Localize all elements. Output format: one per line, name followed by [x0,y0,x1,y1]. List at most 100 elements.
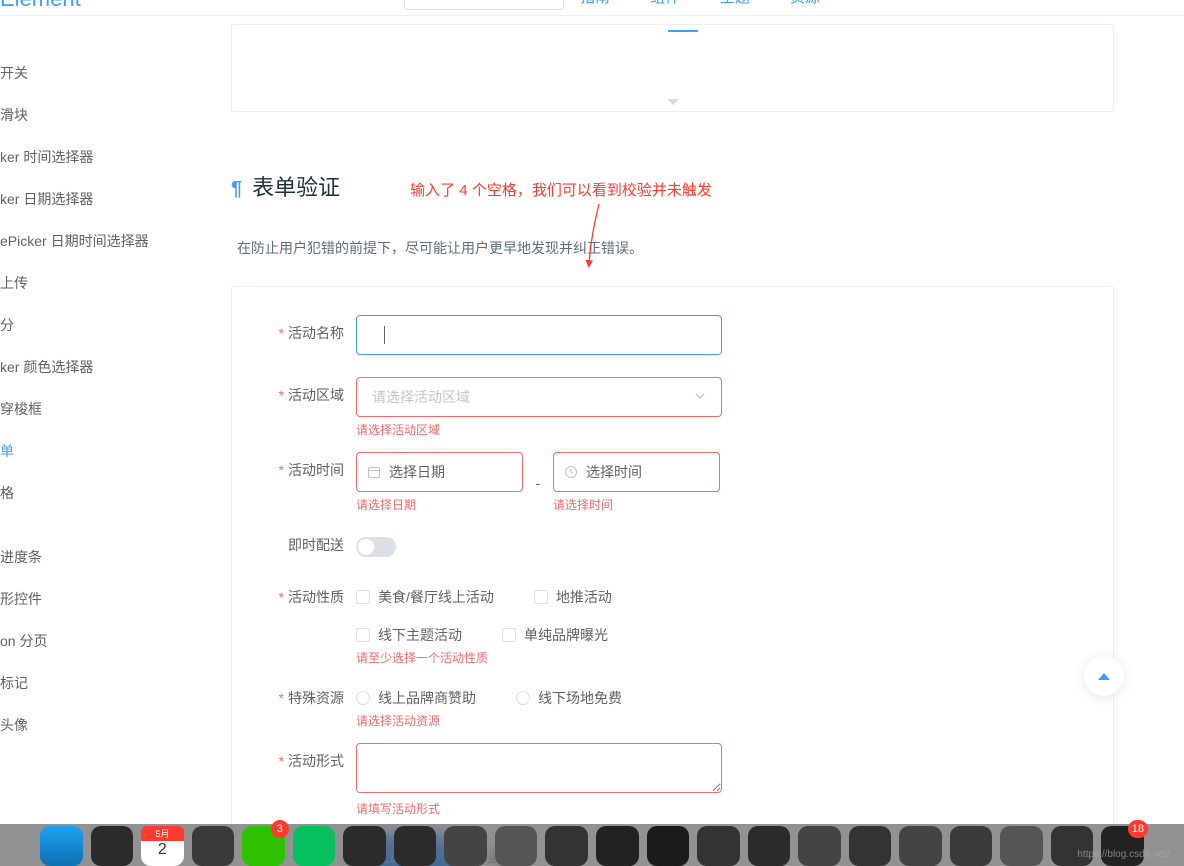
nav-guide[interactable]: 指南 [580,0,610,7]
expand-caret-icon[interactable] [667,99,679,105]
date-picker[interactable]: 选择日期 [356,452,523,492]
dock-app[interactable] [293,826,336,866]
dock-app-wechat[interactable]: 3 [242,826,285,866]
dock-app[interactable] [545,826,588,866]
formtype-label: 活动形式 [288,753,344,769]
previous-demo-card [231,24,1114,112]
resource-error: 请选择活动资源 [356,712,622,729]
section-description: 在防止用户犯错的前提下，尽可能让用户更早地发现并纠正错误。 [237,238,1164,258]
dock-app[interactable] [950,826,993,866]
sidebar-item[interactable]: 穿梭框 [0,388,195,430]
nature-label: 活动性质 [288,589,344,605]
date-placeholder: 选择日期 [389,462,445,482]
calendar-icon [367,465,381,479]
activity-name-input[interactable] [356,315,722,355]
sidebar-item[interactable]: 开关 [0,52,195,94]
dock-app[interactable]: 18 [1101,826,1144,866]
sidebar-item[interactable]: 进度条 [0,536,195,578]
region-label: 活动区域 [288,387,344,403]
macos-dock: 5月 2 3 18 [0,824,1184,866]
nature-checkbox-3[interactable]: 单纯品牌曝光 [502,625,608,645]
sidebar-item[interactable]: ePicker 日期时间选择器 [0,220,195,262]
sidebar-nav: 开关 滑块 ker 时间选择器 ker 日期选择器 ePicker 日期时间选择… [0,16,195,836]
dock-app[interactable] [444,826,487,866]
region-placeholder: 请选择活动区域 [372,387,470,407]
nature-checkbox-2[interactable]: 线下主题活动 [356,625,462,645]
brand-logo[interactable]: Element [0,0,81,12]
date-error: 请选择日期 [356,496,523,513]
delivery-switch[interactable] [356,537,396,557]
sidebar-item[interactable]: ker 日期选择器 [0,178,195,220]
dock-app[interactable] [1051,826,1094,866]
sidebar-item[interactable] [0,514,195,536]
region-error: 请选择活动区域 [356,421,722,438]
dock-app[interactable] [596,826,639,866]
sidebar-item[interactable]: 分 [0,304,195,346]
annotation-arrow-icon [585,202,615,272]
sidebar-item[interactable]: 形控件 [0,578,195,620]
sidebar-item[interactable]: on 分页 [0,620,195,662]
checkbox-icon [356,628,370,642]
chevron-down-icon [694,389,706,405]
delivery-label: 即时配送 [288,537,344,553]
dock-app[interactable] [647,826,690,866]
nav-theme[interactable]: 主题 [720,0,750,7]
time-label: 活动时间 [288,462,344,478]
top-nav-links: 指南 组件 主题 资源 [580,0,820,7]
text-cursor-icon [384,326,385,344]
dock-app[interactable] [899,826,942,866]
top-navbar: Element 指南 组件 主题 资源 [0,0,1184,16]
dock-app[interactable] [798,826,841,866]
checkbox-icon [534,590,548,604]
nav-resource[interactable]: 资源 [790,0,820,7]
activity-region-select[interactable]: 请选择活动区域 [356,377,722,417]
sidebar-item[interactable]: 上传 [0,262,195,304]
dock-app[interactable] [40,826,83,866]
dock-app[interactable] [1000,826,1043,866]
dock-app[interactable] [343,826,386,866]
time-placeholder: 选择时间 [586,462,642,482]
checkbox-icon [356,590,370,604]
section-anchor-icon[interactable]: ¶ [231,178,242,201]
resource-label: 特殊资源 [288,690,344,706]
sidebar-item[interactable]: ker 时间选择器 [0,136,195,178]
resource-radio-0[interactable]: 线上品牌商赞助 [356,688,476,708]
clock-icon [564,465,578,479]
dock-app[interactable] [495,826,538,866]
nature-checkbox-1[interactable]: 地推活动 [534,587,612,607]
activity-form-textarea[interactable] [356,743,722,793]
sidebar-item[interactable]: 标记 [0,662,195,704]
badge: 3 [271,820,289,838]
time-error: 请选择时间 [553,496,720,513]
sidebar-item[interactable]: 格 [0,472,195,514]
watermark-text: https://blog.csdn.net/... [1077,849,1178,860]
resource-radio-1[interactable]: 线下场地免费 [516,688,622,708]
nav-component[interactable]: 组件 [650,0,680,7]
dock-app[interactable] [192,826,235,866]
dock-app-calendar[interactable]: 5月 2 [141,826,184,866]
dock-app[interactable] [849,826,892,866]
dock-app[interactable] [697,826,740,866]
sidebar-item-form[interactable]: 单 [0,430,195,472]
nature-checkbox-0[interactable]: 美食/餐厅线上活动 [356,587,494,607]
doc-search-input[interactable] [404,0,564,10]
nature-error: 请至少选择一个活动性质 [356,649,612,666]
sidebar-item[interactable]: ker 颜色选择器 [0,346,195,388]
formtype-error: 请填写活动形式 [356,800,722,817]
badge: 18 [1128,820,1148,838]
caret-up-icon [1098,673,1110,680]
dock-app[interactable] [394,826,437,866]
time-picker[interactable]: 选择时间 [553,452,720,492]
name-label: 活动名称 [288,325,344,341]
section-title: 表单验证 [252,170,340,202]
sidebar-item[interactable]: 头像 [0,704,195,746]
radio-icon [516,691,530,705]
back-to-top-button[interactable] [1084,656,1124,696]
sidebar-item[interactable]: 滑块 [0,94,195,136]
annotation-text: 输入了 4 个空格，我们可以看到校验并未触发 [410,179,712,200]
dock-app[interactable] [748,826,791,866]
dock-app[interactable] [91,826,134,866]
checkbox-icon [502,628,516,642]
form-demo-card: *活动名称 *活动区域 请选择活动区域 请选择活动区域 [231,286,1114,866]
radio-icon [356,691,370,705]
